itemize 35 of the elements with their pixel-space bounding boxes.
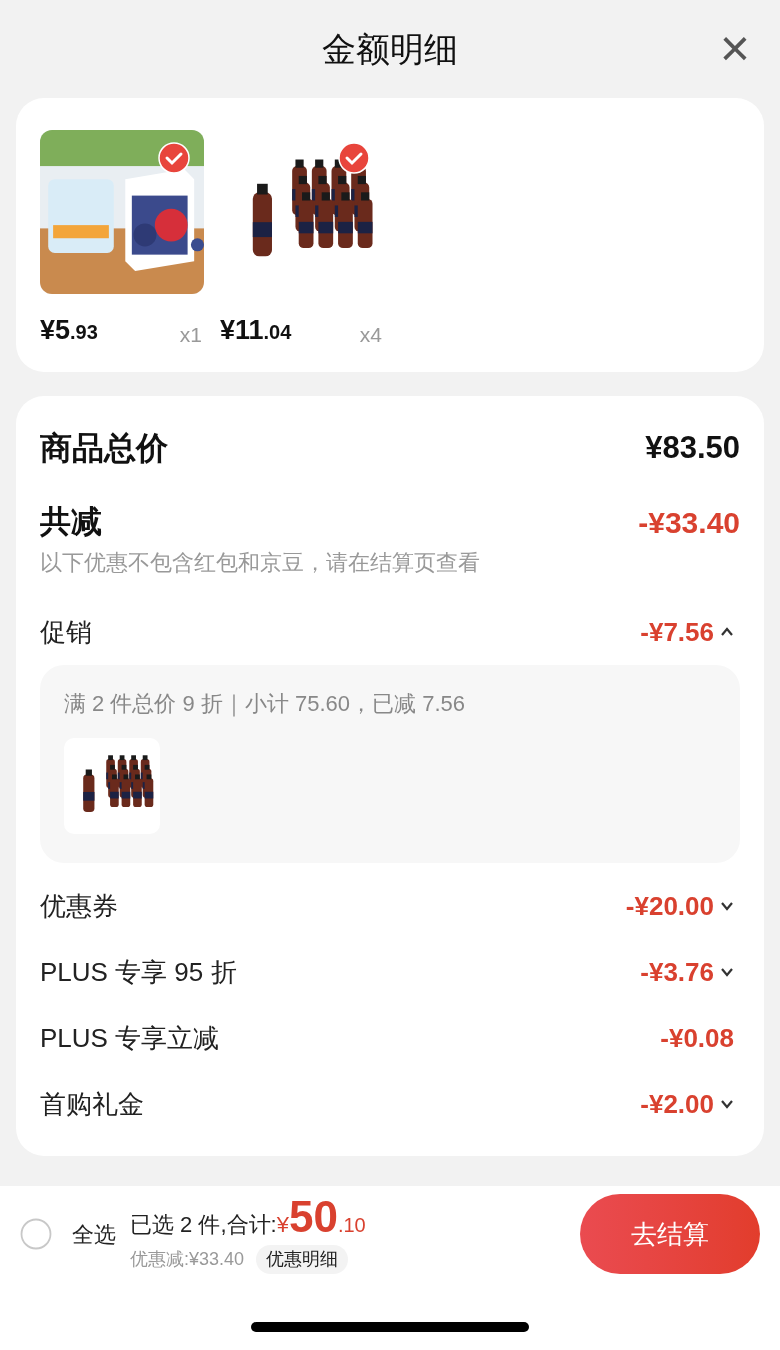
discount-value: -¥7.56 [640, 615, 714, 649]
selected-count: 已选 2 件,合计: [130, 1210, 277, 1239]
product-price: ¥11.04 [220, 314, 292, 347]
total-value: ¥83.50 [645, 428, 740, 467]
chevron-up-icon[interactable] [720, 627, 734, 637]
check-icon[interactable] [338, 142, 370, 174]
chevron-down-icon[interactable] [720, 901, 734, 911]
close-button[interactable]: × [719, 22, 750, 74]
select-all-label[interactable]: 全选 [72, 1217, 116, 1251]
total-label: 商品总价 [40, 429, 168, 468]
chevron-down-icon[interactable] [720, 967, 734, 977]
discount-label: 首购礼金 [40, 1087, 144, 1121]
discount-label: 促销 [40, 615, 92, 649]
window-title: 金额明细 [322, 28, 458, 70]
product-quantity: x4 [359, 322, 383, 348]
discount-label: 优惠券 [40, 889, 118, 923]
product-price: ¥5.93 [40, 314, 98, 347]
discount-note: 以下优惠不包含红包和京豆，请在结算页查看 [40, 549, 481, 577]
promotion-text: 满 2 件总价 9 折｜小计 75.60，已减 7.56 [64, 690, 467, 719]
check-icon[interactable] [158, 142, 190, 174]
chevron-down-icon[interactable] [720, 1099, 734, 1109]
discount-label: PLUS 专享立减 [40, 1021, 220, 1055]
discount-value: -¥0.08 [660, 1021, 734, 1055]
discount-value: -¥20.00 [625, 889, 714, 923]
checkbox-icon[interactable] [20, 1218, 52, 1250]
checkout-button[interactable]: 去结算 [580, 1194, 760, 1274]
grand-total: ¥50.10 [276, 1194, 366, 1241]
discount-detail-button[interactable]: 优惠明细 [256, 1244, 349, 1274]
reduction-label: 共减 [40, 502, 102, 541]
reduction-value: -¥33.40 [638, 504, 740, 541]
product-quantity: x1 [179, 322, 203, 348]
discount-value: -¥2.00 [640, 1087, 714, 1121]
discount-label: PLUS 专享 95 折 [40, 955, 237, 989]
saved-amount: 优惠减:¥33.40 [130, 1247, 245, 1271]
discount-value: -¥3.76 [640, 955, 714, 989]
